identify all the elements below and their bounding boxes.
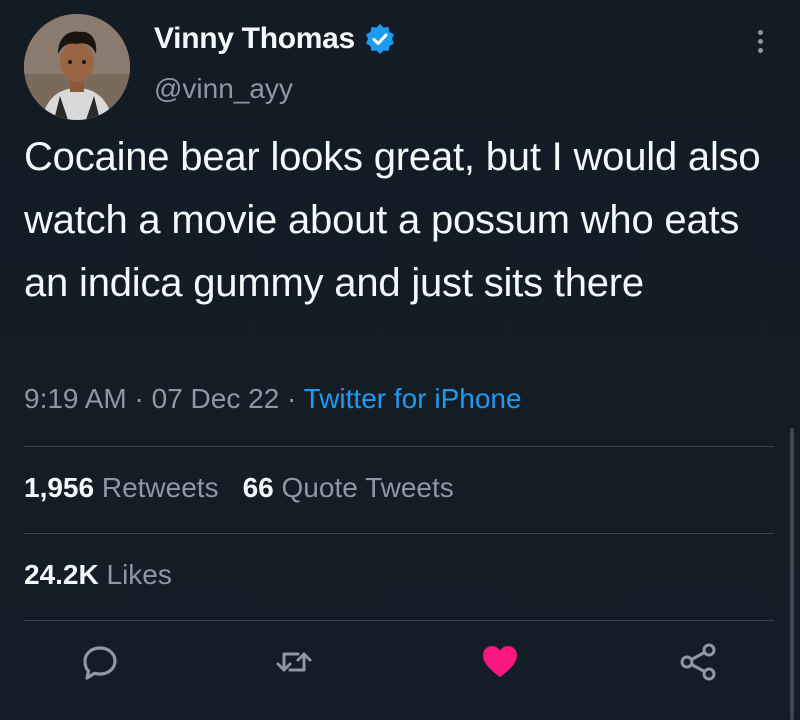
author-name-row[interactable]: Vinny Thomas bbox=[154, 22, 395, 56]
divider bbox=[24, 446, 774, 447]
quotes-count: 66 bbox=[242, 472, 274, 503]
tweet-meta: 9:19 AM · 07 Dec 22 · Twitter for iPhone bbox=[24, 383, 522, 415]
divider bbox=[24, 620, 774, 621]
avatar-image bbox=[24, 14, 130, 120]
author-handle[interactable]: @vinn_ayy bbox=[154, 73, 293, 105]
meta-separator: · bbox=[287, 383, 297, 414]
divider bbox=[24, 533, 774, 534]
verified-badge-icon bbox=[365, 24, 395, 54]
retweets-count: 1,956 bbox=[24, 472, 95, 503]
quotes-label: Quote Tweets bbox=[281, 472, 454, 503]
likes-label: Likes bbox=[106, 559, 172, 590]
share-icon[interactable] bbox=[676, 640, 720, 684]
reply-icon[interactable] bbox=[78, 640, 122, 684]
tweet-actions-bar bbox=[0, 640, 800, 696]
likes-stat[interactable]: 24.2K Likes bbox=[24, 559, 172, 590]
heart-icon[interactable] bbox=[478, 640, 522, 684]
retweet-stats-row: 1,956 Retweets 66 Quote Tweets bbox=[24, 472, 454, 504]
tweet-source-link[interactable]: Twitter for iPhone bbox=[304, 383, 522, 414]
meta-separator: · bbox=[134, 383, 144, 414]
more-options-icon[interactable] bbox=[748, 26, 772, 60]
tweet-date[interactable]: 07 Dec 22 bbox=[152, 383, 280, 414]
quote-tweets-stat[interactable]: 66 Quote Tweets bbox=[243, 472, 454, 503]
retweets-label: Retweets bbox=[101, 472, 219, 503]
author-name[interactable]: Vinny Thomas bbox=[154, 22, 355, 56]
tweet-text: Cocaine bear looks great, but I would al… bbox=[24, 135, 761, 305]
retweet-icon[interactable] bbox=[272, 640, 316, 684]
likes-stats-row: 24.2K Likes bbox=[24, 559, 172, 591]
tweet-detail: Vinny Thomas @vinn_ayy Cocaine bear look… bbox=[0, 0, 800, 720]
scrollbar[interactable] bbox=[790, 428, 794, 720]
tweet-time[interactable]: 9:19 AM bbox=[24, 383, 127, 414]
likes-count: 24.2K bbox=[24, 559, 99, 590]
retweets-stat[interactable]: 1,956 Retweets bbox=[24, 472, 219, 503]
avatar[interactable] bbox=[24, 14, 130, 120]
